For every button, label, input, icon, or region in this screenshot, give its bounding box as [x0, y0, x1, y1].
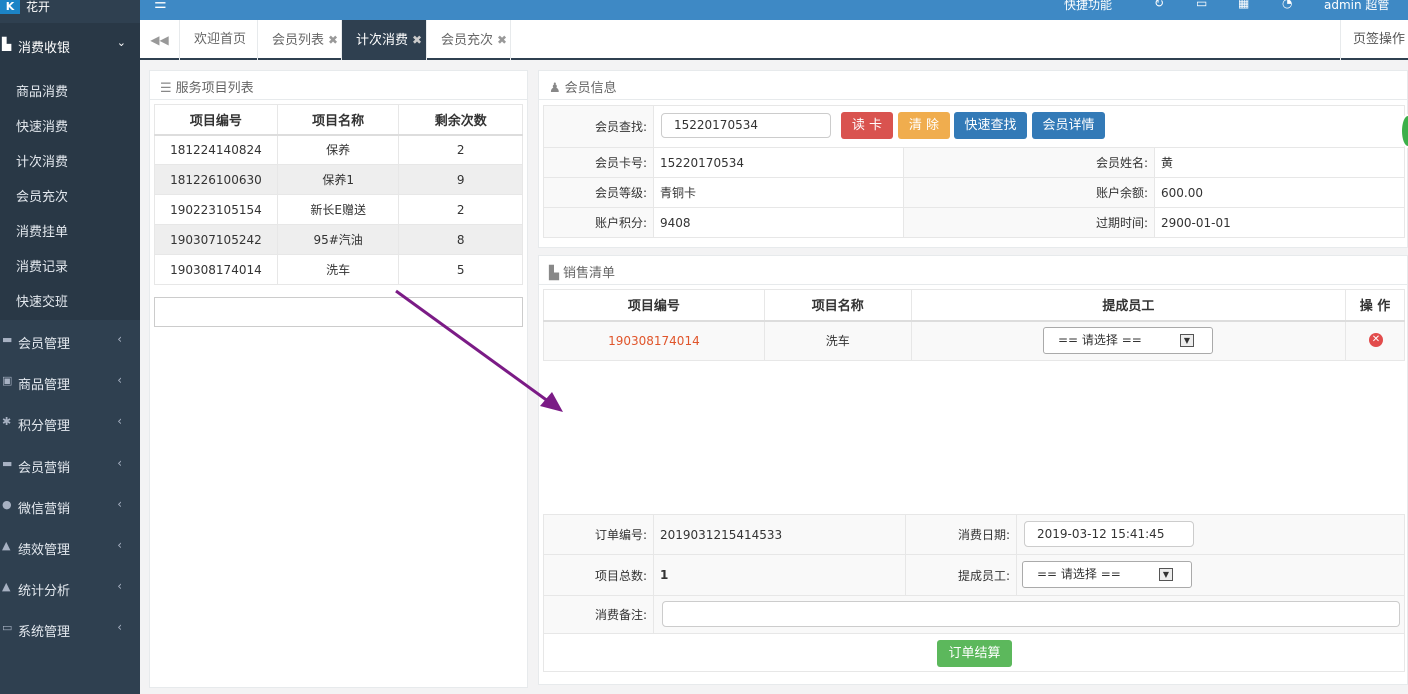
annotation-arrow — [395, 289, 563, 412]
arrow-line — [395, 289, 553, 406]
arrow-head — [540, 392, 563, 412]
